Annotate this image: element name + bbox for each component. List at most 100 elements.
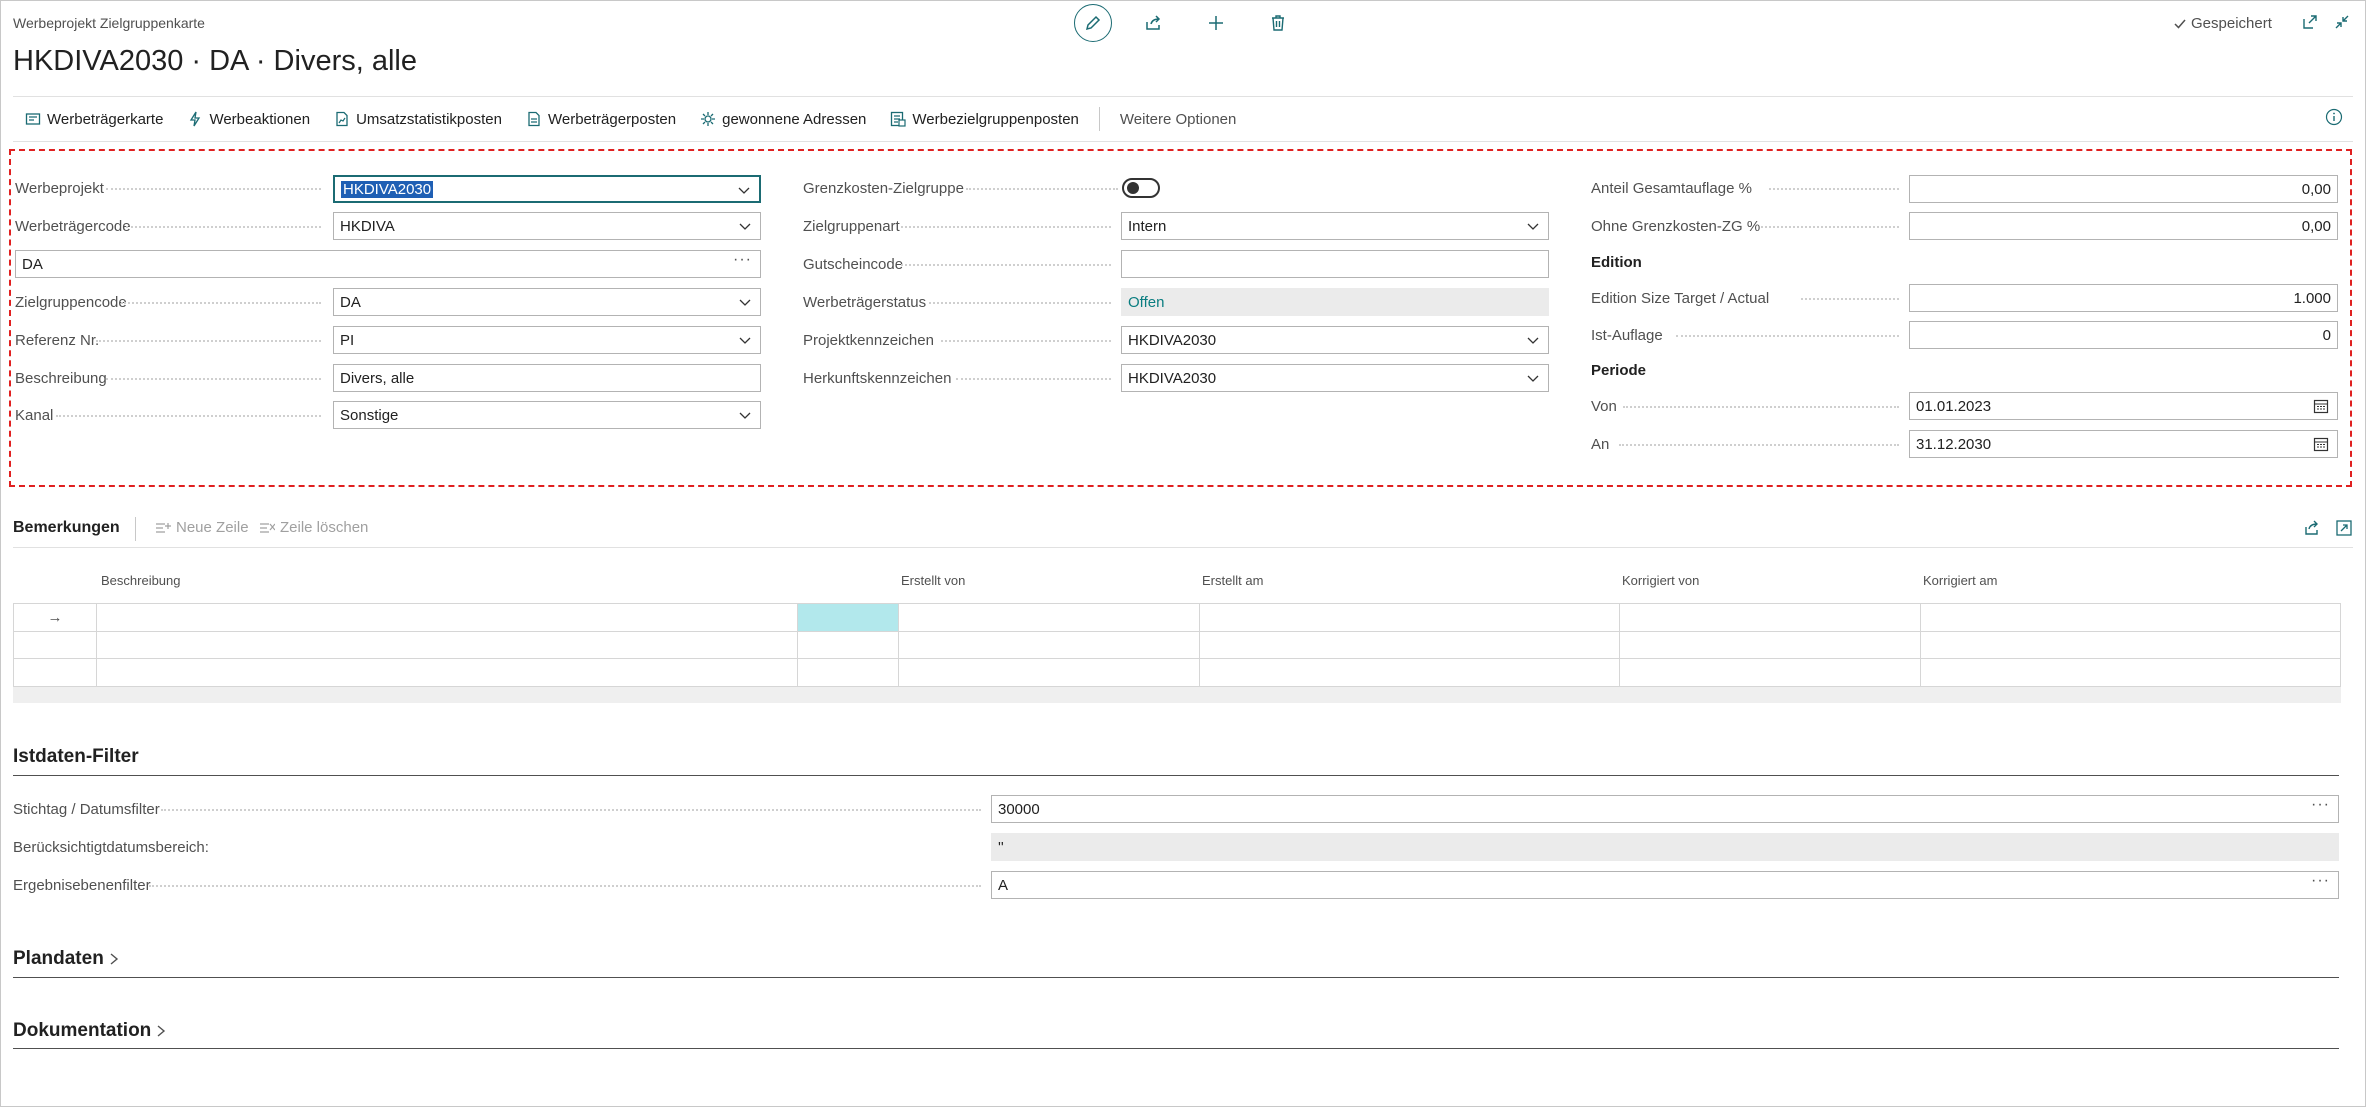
- table-cell[interactable]: [1199, 604, 1619, 632]
- edition-size-value: 1.000: [2293, 289, 2331, 307]
- table-cell[interactable]: [96, 604, 797, 632]
- expand-part-button[interactable]: [2335, 519, 2353, 542]
- label-leader: [1676, 335, 1899, 337]
- delete-line-icon: [260, 522, 275, 533]
- bemerkungen-title[interactable]: Bemerkungen: [13, 519, 120, 537]
- label-leader: [121, 302, 321, 304]
- grenzkosten-toggle[interactable]: [1122, 178, 1160, 198]
- da-field[interactable]: DA ···: [15, 250, 761, 278]
- chevron-down-icon[interactable]: [737, 183, 751, 197]
- referenz-field[interactable]: PI: [333, 326, 761, 354]
- chevron-down-icon[interactable]: [738, 295, 752, 309]
- chevron-down-icon[interactable]: [1526, 333, 1540, 347]
- zielgruppenart-field[interactable]: Intern: [1121, 212, 1549, 240]
- table-cell-active[interactable]: [797, 604, 898, 632]
- table-cell[interactable]: [1199, 659, 1619, 687]
- calendar-icon[interactable]: [2313, 398, 2329, 414]
- projektkennzeichen-field[interactable]: HKDIVA2030: [1121, 326, 1549, 354]
- herkunftskennzeichen-field[interactable]: HKDIVA2030: [1121, 364, 1549, 392]
- table-cell[interactable]: [1920, 604, 2340, 632]
- anteil-field[interactable]: 0,00: [1909, 175, 2338, 203]
- action-werbetraegerposten[interactable]: Werbeträgerposten: [514, 111, 688, 128]
- action-gewonnene-adressen[interactable]: gewonnene Adressen: [688, 111, 878, 128]
- von-field[interactable]: 01.01.2023: [1909, 392, 2338, 420]
- info-button[interactable]: [2325, 108, 2343, 131]
- calendar-icon[interactable]: [2313, 436, 2329, 452]
- label-leader: [1619, 444, 1899, 446]
- chevron-down-icon[interactable]: [738, 333, 752, 347]
- table-cell[interactable]: [96, 659, 797, 687]
- ellipsis-icon[interactable]: ···: [2311, 872, 2330, 890]
- ellipsis-icon[interactable]: ···: [2311, 796, 2330, 814]
- chevron-down-icon[interactable]: [1526, 371, 1540, 385]
- column-header[interactable]: Korrigiert am: [1923, 573, 1997, 588]
- action-umsatzstatistikposten[interactable]: Umsatzstatistikposten: [322, 111, 514, 128]
- label-leader: [929, 302, 1111, 304]
- new-line-button[interactable]: Neue Zeile: [155, 519, 249, 536]
- more-options-button[interactable]: Weitere Optionen: [1108, 111, 1248, 128]
- share-button[interactable]: [1136, 5, 1172, 41]
- share-part-button[interactable]: [2303, 519, 2321, 542]
- section-divider: [13, 977, 2339, 978]
- row-grenzkosten: Grenzkosten-Zielgruppe: [803, 173, 964, 203]
- table-cell[interactable]: [1920, 659, 2340, 687]
- plus-icon: [1209, 16, 1223, 30]
- table-cell[interactable]: [797, 659, 898, 687]
- delete-line-button[interactable]: Zeile löschen: [259, 519, 368, 536]
- beschreibung-field[interactable]: Divers, alle: [333, 364, 761, 392]
- column-header[interactable]: Beschreibung: [101, 573, 181, 588]
- table-cell[interactable]: [1920, 631, 2340, 659]
- chevron-down-icon[interactable]: [738, 219, 752, 233]
- plandaten-header[interactable]: Plandaten: [13, 948, 120, 970]
- column-header[interactable]: Korrigiert von: [1622, 573, 1699, 588]
- table-cell[interactable]: [898, 631, 1199, 659]
- column-header[interactable]: Erstellt von: [901, 573, 965, 588]
- table-cell[interactable]: [1619, 659, 1920, 687]
- stichtag-field[interactable]: 30000 ···: [991, 795, 2339, 823]
- action-label: gewonnene Adressen: [722, 110, 867, 128]
- table-cell[interactable]: [1199, 631, 1619, 659]
- chevron-down-icon[interactable]: [738, 408, 752, 422]
- table-cell[interactable]: [96, 631, 797, 659]
- table-cell[interactable]: [797, 631, 898, 659]
- table-cell[interactable]: [1619, 604, 1920, 632]
- ist-auflage-field[interactable]: 0: [1909, 321, 2338, 349]
- dokumentation-header[interactable]: Dokumentation: [13, 1020, 167, 1042]
- gutscheincode-field[interactable]: [1121, 250, 1549, 278]
- werbetraegercode-field[interactable]: HKDIVA: [333, 212, 761, 240]
- chevron-right-icon: [157, 1025, 166, 1037]
- delete-button[interactable]: [1260, 5, 1296, 41]
- an-field[interactable]: 31.12.2030: [1909, 430, 2338, 458]
- ohne-grenzkosten-field[interactable]: 0,00: [1909, 212, 2338, 240]
- zielgruppencode-field[interactable]: DA: [333, 288, 761, 316]
- edition-size-field[interactable]: 1.000: [1909, 284, 2338, 312]
- ellipsis-icon[interactable]: ···: [733, 251, 752, 269]
- chevron-right-icon: [110, 953, 118, 965]
- kanal-field[interactable]: Sonstige: [333, 401, 761, 429]
- table-cell[interactable]: [898, 659, 1199, 687]
- action-werbezielgruppenposten[interactable]: Werbezielgruppenposten: [878, 111, 1091, 128]
- new-button[interactable]: [1198, 5, 1234, 41]
- table-cell[interactable]: [1619, 631, 1920, 659]
- ist-auflage-value: 0: [2322, 326, 2331, 344]
- werbeprojekt-field[interactable]: HKDIVA2030: [333, 175, 761, 203]
- istdaten-title[interactable]: Istdaten-Filter: [13, 746, 139, 768]
- open-new-window-button[interactable]: [2299, 11, 2321, 33]
- toggle-knob: [1127, 182, 1139, 194]
- table-row[interactable]: [13, 631, 2341, 659]
- section-divider: [13, 775, 2339, 776]
- column-header[interactable]: Erstellt am: [1202, 573, 1263, 588]
- table-row[interactable]: →: [13, 603, 2341, 632]
- chevron-down-icon[interactable]: [1526, 219, 1540, 233]
- action-werbetraegerkarte[interactable]: Werbeträgerkarte: [13, 111, 175, 128]
- ergebnisebene-field[interactable]: A ···: [991, 871, 2339, 899]
- action-werbeaktionen[interactable]: Werbeaktionen: [175, 111, 322, 128]
- edit-button[interactable]: [1074, 4, 1112, 42]
- table-row[interactable]: [13, 659, 2341, 687]
- label-leader: [901, 226, 1111, 228]
- section-divider: [13, 1048, 2339, 1049]
- delete-line-label: Zeile löschen: [280, 519, 369, 536]
- table-cell[interactable]: [898, 604, 1199, 632]
- row-stichtag: Stichtag / Datumsfilter: [13, 794, 160, 824]
- collapse-button[interactable]: [2331, 11, 2353, 33]
